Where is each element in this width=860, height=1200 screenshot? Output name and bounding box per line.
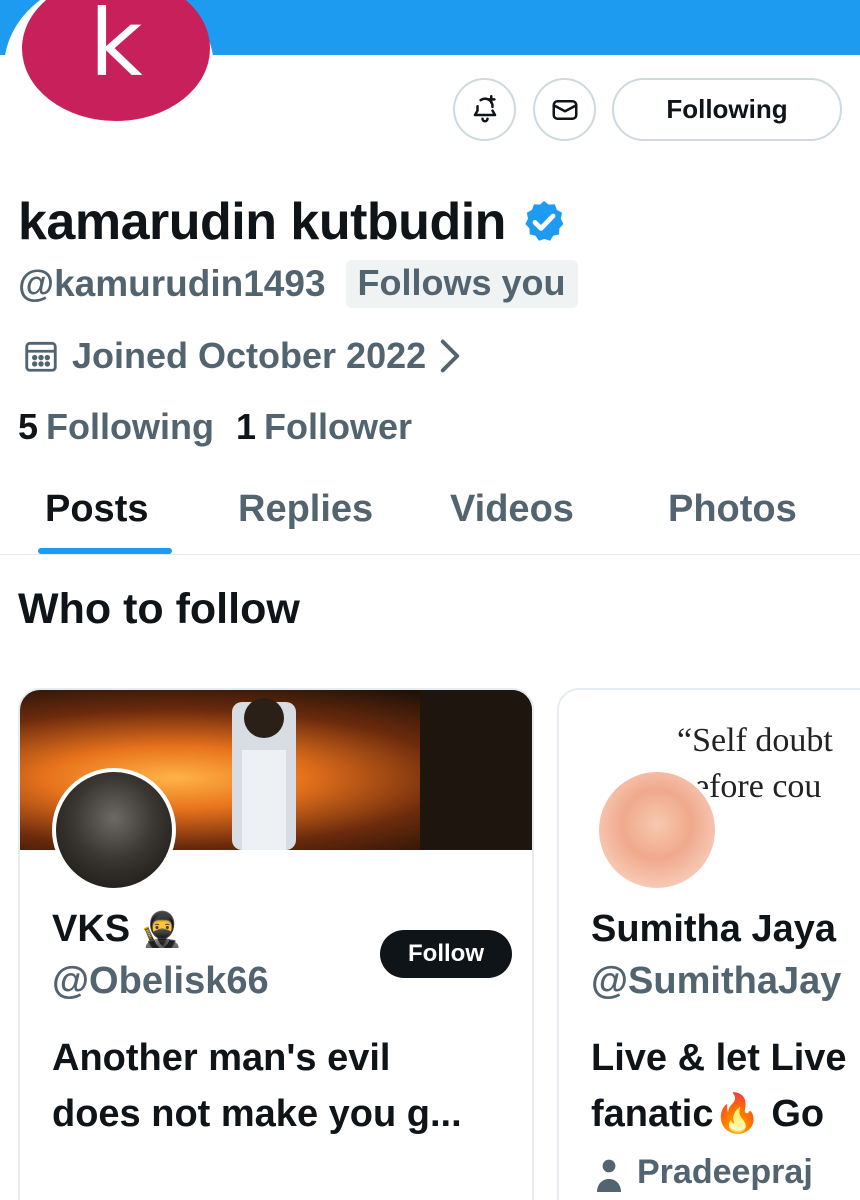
tab-replies[interactable]: Replies — [238, 488, 373, 531]
card-avatar[interactable] — [595, 768, 719, 892]
mutual-follower: Pradeepraj — [595, 1152, 813, 1192]
avatar-ring: k — [4, 0, 214, 158]
followers-label: Follower — [264, 406, 413, 447]
profile-handle: @kamurudin1493 — [18, 263, 326, 304]
profile-avatar[interactable]: k — [22, 0, 210, 121]
card-bio-line-2: does not make you g... — [52, 1093, 462, 1135]
card-name-text: Sumitha Jaya — [591, 908, 836, 950]
tab-videos[interactable]: Videos — [450, 488, 574, 531]
followers-stat[interactable]: 1 Follower — [236, 406, 412, 448]
following-stat[interactable]: 5 Following — [18, 406, 214, 448]
chevron-right-icon — [440, 339, 460, 373]
verified-badge-icon[interactable] — [520, 198, 568, 246]
card-bio-line-2: fanatic🔥 Go — [591, 1093, 825, 1135]
card-bio-line-1: Live & let Live — [591, 1037, 847, 1079]
ninja-emoji: 🥷 — [140, 910, 183, 949]
notifications-button[interactable] — [453, 78, 516, 141]
banner-quote-line-1: “Self doubt — [677, 722, 833, 759]
display-name: kamarudin kutbudin — [18, 193, 506, 251]
tab-posts[interactable]: Posts — [45, 488, 148, 531]
handle-row: @kamurudin1493 Follows you — [18, 260, 578, 308]
person-icon — [597, 1159, 621, 1192]
profile-tabs: Posts Replies Videos Photos — [0, 470, 860, 555]
joined-date: Joined October 2022 — [72, 335, 427, 376]
tab-photos[interactable]: Photos — [668, 488, 797, 531]
suggestion-card[interactable]: “Self doubt before cou Sumitha Jaya @Sum… — [557, 688, 860, 1200]
following-button[interactable]: Following — [612, 78, 842, 141]
calendar-icon — [25, 341, 57, 372]
card-name[interactable]: VKS 🥷 — [52, 908, 182, 951]
card-bio-line-1: Another man's evil — [52, 1037, 391, 1079]
joined-date-row[interactable]: Joined October 2022 — [22, 335, 474, 377]
follow-stats: 5 Following 1 Follower — [18, 406, 412, 448]
who-to-follow-title: Who to follow — [18, 585, 300, 633]
following-label: Following — [46, 406, 214, 447]
bell-plus-icon — [473, 94, 496, 122]
follow-button[interactable]: Follow — [380, 930, 512, 978]
following-count: 5 — [18, 406, 39, 447]
active-tab-indicator — [38, 548, 172, 554]
message-button[interactable] — [533, 78, 596, 141]
suggestion-card[interactable]: VKS 🥷 @Obelisk66 Follow Another man's ev… — [18, 688, 534, 1200]
mutual-name: Pradeepraj — [637, 1152, 813, 1191]
card-name[interactable]: Sumitha Jaya — [591, 908, 836, 951]
card-handle: @Obelisk66 — [52, 960, 269, 1002]
card-name-text: VKS — [52, 908, 131, 950]
card-handle: @SumithaJay — [591, 960, 842, 1002]
profile-name-row: kamarudin kutbudin — [18, 192, 568, 252]
card-avatar[interactable] — [52, 768, 176, 892]
follows-you-badge: Follows you — [345, 260, 578, 308]
envelope-icon — [552, 99, 577, 120]
followers-count: 1 — [236, 406, 257, 447]
